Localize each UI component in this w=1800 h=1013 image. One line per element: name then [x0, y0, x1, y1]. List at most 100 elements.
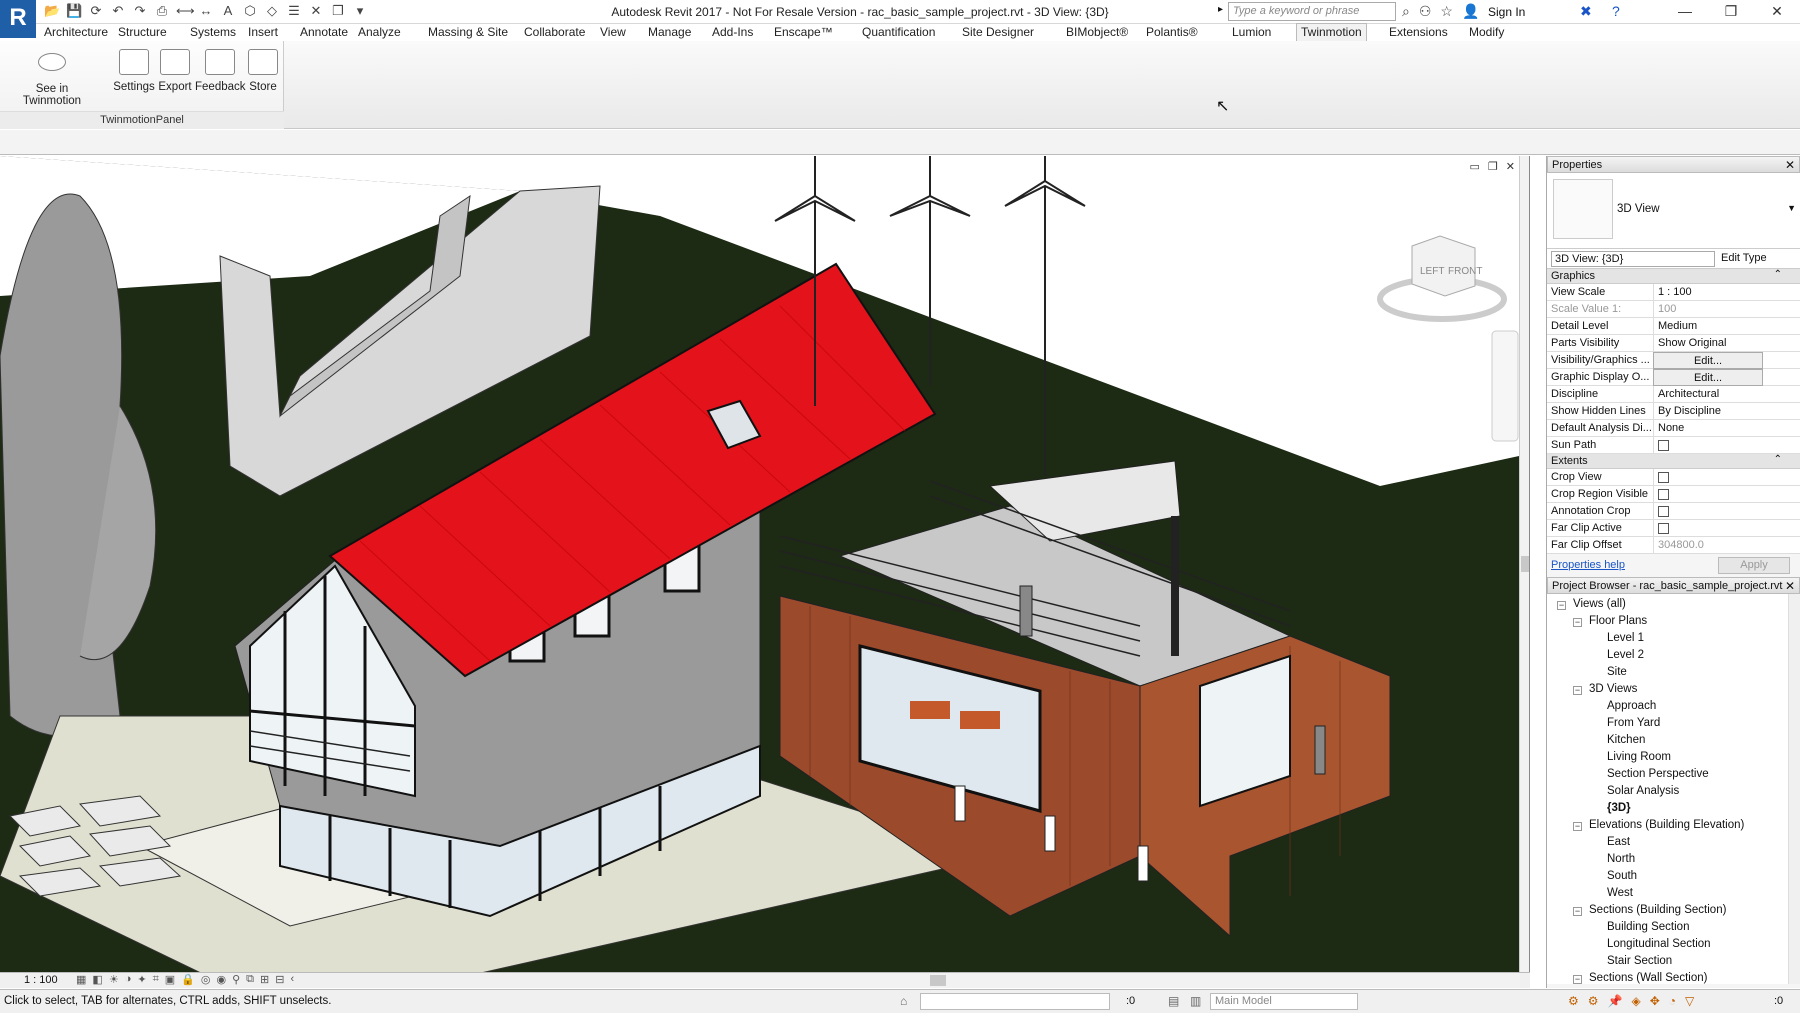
tab-modify[interactable]: Modify [1469, 25, 1504, 39]
horizontal-scrollbar[interactable] [640, 973, 1520, 988]
visual-style-icon[interactable]: ◧ [92, 973, 102, 986]
close-browser-icon[interactable]: ✕ [1785, 579, 1795, 593]
tab-quantification[interactable]: Quantification [862, 25, 935, 39]
tab-add-ins[interactable]: Add-Ins [712, 25, 753, 39]
edit-type-button[interactable]: Edit Type [1721, 252, 1767, 264]
browser-item[interactable]: 3D Views [1589, 683, 1637, 695]
export-button[interactable]: Export [156, 49, 194, 93]
restore-view-icon[interactable]: ❐ [1488, 160, 1498, 173]
type-selector[interactable]: 3D View ▼ [1547, 173, 1800, 249]
analytical-model-icon[interactable]: ⧉ [246, 973, 254, 986]
building-model-render[interactable]: LEFT FRONT [0, 156, 1530, 972]
edit-button[interactable]: Edit... [1653, 369, 1763, 386]
filter-icon[interactable]: ▽ [1685, 994, 1694, 1008]
property-value[interactable]: Architectural [1653, 386, 1763, 403]
exclude-options-icon[interactable]: ▥ [1190, 994, 1201, 1008]
browser-item[interactable]: {3D} [1607, 802, 1631, 814]
property-value[interactable]: 1 : 100 [1653, 284, 1763, 301]
dimension-icon[interactable]: ↔ [198, 3, 214, 19]
thin-lines-icon[interactable]: ☰ [286, 3, 302, 19]
detail-level-icon[interactable]: ▦ [76, 973, 86, 986]
sync-icon[interactable]: ⟳ [88, 3, 104, 19]
background-processes-icon[interactable]: ◔ [1669, 994, 1676, 1008]
instance-view-select[interactable]: 3D View: {3D} [1551, 251, 1715, 267]
browser-item[interactable]: Level 1 [1607, 632, 1644, 644]
select-by-face-icon[interactable]: ◈ [1631, 994, 1640, 1008]
property-value[interactable]: 100 [1653, 301, 1763, 318]
collapse-toggle-icon[interactable]: − [1573, 907, 1582, 916]
tab-annotate[interactable]: Annotate [300, 25, 348, 39]
properties-help-link[interactable]: Properties help [1551, 559, 1625, 571]
collapse-icon[interactable]: ⌃ [1774, 269, 1782, 280]
browser-item[interactable]: South [1607, 870, 1637, 882]
shadows-icon[interactable]: ◑ [125, 973, 132, 986]
browser-item[interactable]: Sections (Wall Section) [1589, 972, 1707, 984]
text-icon[interactable]: A [220, 3, 236, 19]
favorites-icon[interactable]: ☆ [1440, 3, 1453, 20]
property-value[interactable]: By Discipline [1653, 403, 1763, 420]
browser-item[interactable]: Living Room [1607, 751, 1671, 763]
browser-item[interactable]: East [1607, 836, 1630, 848]
vertical-scrollbar[interactable] [1519, 156, 1529, 972]
lock-view-icon[interactable]: 🔒 [181, 973, 195, 986]
h-scroll-thumb[interactable] [930, 975, 946, 986]
collapse-toggle-icon[interactable]: − [1573, 975, 1582, 984]
store-button[interactable]: Store [246, 49, 280, 93]
tab-site-designer[interactable]: Site Designer [962, 25, 1034, 39]
sun-path-icon[interactable]: ☀ [109, 973, 119, 986]
3d-viewport[interactable]: LEFT FRONT ▭ ❐ ✕ [0, 156, 1530, 972]
property-value[interactable]: Medium [1653, 318, 1763, 335]
checkbox[interactable] [1658, 440, 1669, 451]
tab-collaborate[interactable]: Collaborate [524, 25, 585, 39]
browser-item[interactable]: Stair Section [1607, 955, 1672, 967]
select-underlay-icon[interactable]: ⚙ [1588, 994, 1599, 1008]
customize-qat-icon[interactable]: ▾ [352, 3, 368, 19]
view-scale[interactable]: 1 : 100 [24, 974, 58, 986]
open-icon[interactable]: 📂 [44, 3, 60, 19]
browser-item[interactable]: Longitudinal Section [1607, 938, 1711, 950]
worksets-icon[interactable]: ⌂ [900, 994, 907, 1008]
drag-elements-icon[interactable]: ✥ [1650, 994, 1660, 1008]
maximize-icon[interactable]: ❐ [1708, 0, 1754, 24]
tab-twinmotion[interactable]: Twinmotion [1296, 23, 1367, 41]
collapse-toggle-icon[interactable]: − [1573, 686, 1582, 695]
browser-item[interactable]: From Yard [1607, 717, 1660, 729]
checkbox[interactable] [1658, 506, 1669, 517]
checkbox[interactable] [1658, 489, 1669, 500]
checkbox[interactable] [1658, 472, 1669, 483]
tab-structure[interactable]: Structure [118, 25, 167, 39]
select-links-icon[interactable]: ⚙ [1568, 994, 1579, 1008]
browser-scrollbar[interactable] [1788, 594, 1800, 984]
tab-massing-site[interactable]: Massing & Site [428, 25, 508, 39]
exchange-apps-icon[interactable]: ✖ [1580, 3, 1592, 20]
group-graphics[interactable]: Graphics ⌃ [1547, 269, 1800, 284]
browser-item[interactable]: Floor Plans [1589, 615, 1647, 627]
tab-insert[interactable]: Insert [248, 25, 278, 39]
save-icon[interactable]: 💾 [66, 3, 82, 19]
tab-systems[interactable]: Systems [190, 25, 236, 39]
close-window-icon[interactable]: ✕ [1754, 0, 1800, 24]
show-crop-icon[interactable]: ▣ [165, 973, 175, 986]
apply-button[interactable]: Apply [1718, 557, 1790, 574]
browser-item[interactable]: Approach [1607, 700, 1656, 712]
tab-view[interactable]: View [600, 25, 626, 39]
help-icon[interactable]: ? [1612, 3, 1620, 19]
print-icon[interactable]: ⎙ [154, 3, 170, 19]
collapse-icon[interactable]: ⌃ [1774, 454, 1782, 465]
render-icon[interactable]: ✦ [137, 973, 146, 986]
reveal-hidden-icon[interactable]: ◉ [216, 973, 226, 986]
tab-manage[interactable]: Manage [648, 25, 691, 39]
temporary-hide-icon[interactable]: ◎ [201, 973, 211, 986]
scroll-left-icon[interactable]: ‹ [290, 973, 294, 986]
collapse-toggle-icon[interactable]: − [1573, 822, 1582, 831]
property-value[interactable]: 304800.0 [1653, 537, 1763, 554]
redo-icon[interactable]: ↷ [132, 3, 148, 19]
user-icon[interactable]: 👤 [1462, 3, 1479, 20]
select-pinned-icon[interactable]: 📌 [1608, 994, 1623, 1008]
browser-item[interactable]: Level 2 [1607, 649, 1644, 661]
reveal-constraints-icon[interactable]: ⊟ [275, 973, 284, 986]
browser-item[interactable]: Elevations (Building Elevation) [1589, 819, 1744, 831]
highlight-displacement-icon[interactable]: ⊞ [260, 973, 269, 986]
close-properties-icon[interactable]: ✕ [1785, 158, 1795, 172]
workset-dropdown[interactable] [920, 993, 1110, 1010]
